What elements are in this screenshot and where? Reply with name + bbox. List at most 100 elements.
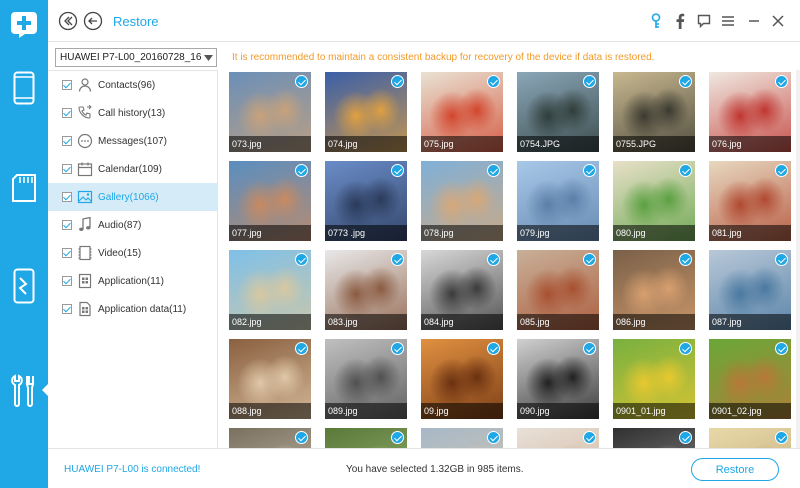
category-checkbox[interactable] (62, 164, 72, 174)
photo-filename: 088.jpg (229, 403, 311, 419)
category-checkbox[interactable] (62, 276, 72, 286)
photo-selected-check-icon[interactable] (775, 75, 788, 88)
photo-selected-check-icon[interactable] (487, 431, 500, 444)
photo-selected-check-icon[interactable] (391, 342, 404, 355)
rail-phone-button[interactable] (0, 58, 48, 118)
minimize-button[interactable] (744, 11, 764, 31)
category-video[interactable]: Video(15) (48, 239, 218, 267)
photo-thumbnail[interactable]: 073.jpg (229, 72, 311, 152)
gallery-scrollbar[interactable] (796, 70, 800, 448)
photo-selected-check-icon[interactable] (487, 253, 500, 266)
photo-selected-check-icon[interactable] (583, 431, 596, 444)
category-contacts[interactable]: Contacts(96) (48, 71, 218, 99)
back-icon[interactable] (83, 11, 103, 31)
feedback-button[interactable] (694, 11, 714, 31)
photo-selected-check-icon[interactable] (487, 75, 500, 88)
photo-selected-check-icon[interactable] (679, 164, 692, 177)
photo-selected-check-icon[interactable] (775, 431, 788, 444)
category-checkbox[interactable] (62, 220, 72, 230)
category-call-history[interactable]: Call history(13) (48, 99, 218, 127)
photo-selected-check-icon[interactable] (487, 164, 500, 177)
category-application-data[interactable]: Application data(11) (48, 295, 218, 323)
photo-selected-check-icon[interactable] (295, 342, 308, 355)
photo-thumbnail[interactable] (421, 428, 503, 448)
photo-selected-check-icon[interactable] (295, 75, 308, 88)
category-checkbox[interactable] (62, 192, 72, 202)
device-dropdown[interactable]: HUAWEI P7-L00_20160728_16185 (55, 48, 217, 67)
category-calendar[interactable]: Calendar(109) (48, 155, 218, 183)
photo-thumbnail[interactable]: 081.jpg (709, 161, 791, 241)
photo-selected-check-icon[interactable] (679, 253, 692, 266)
close-button[interactable] (768, 11, 788, 31)
category-messages[interactable]: Messages(107) (48, 127, 218, 155)
photo-thumbnail[interactable]: 0901_01.jpg (613, 339, 695, 419)
photo-selected-check-icon[interactable] (679, 431, 692, 444)
category-audio[interactable]: Audio(87) (48, 211, 218, 239)
restore-button[interactable]: Restore (691, 458, 779, 481)
photo-thumbnail[interactable]: 088.jpg (229, 339, 311, 419)
photo-selected-check-icon[interactable] (391, 431, 404, 444)
photo-selected-check-icon[interactable] (583, 342, 596, 355)
photo-selected-check-icon[interactable] (391, 75, 404, 88)
menu-button[interactable] (718, 11, 738, 31)
photo-selected-check-icon[interactable] (295, 164, 308, 177)
photo-selected-check-icon[interactable] (583, 164, 596, 177)
photo-thumbnail[interactable]: 0754.JPG (517, 72, 599, 152)
category-checkbox[interactable] (62, 108, 72, 118)
photo-selected-check-icon[interactable] (775, 342, 788, 355)
category-label: Application data(11) (98, 303, 187, 315)
rail-phone-transfer-button[interactable] (0, 256, 48, 316)
photo-thumbnail[interactable]: 09.jpg (421, 339, 503, 419)
chevron-down-icon (201, 49, 216, 66)
photo-selected-check-icon[interactable] (391, 164, 404, 177)
photo-thumbnail[interactable]: 078.jpg (421, 161, 503, 241)
photo-thumbnail[interactable]: 076.jpg (709, 72, 791, 152)
photo-thumbnail[interactable] (229, 428, 311, 448)
photo-selected-check-icon[interactable] (679, 342, 692, 355)
category-checkbox[interactable] (62, 136, 72, 146)
bottom-bar: HUAWEI P7-L00 is connected! You have sel… (48, 448, 800, 488)
photo-selected-check-icon[interactable] (679, 75, 692, 88)
photo-thumbnail[interactable]: 0901_02.jpg (709, 339, 791, 419)
photo-grid: 073.jpg 074.jpg 075.jpg 0754.JPG 0755.JPG 076… (219, 70, 800, 448)
photo-thumbnail[interactable]: 080.jpg (613, 161, 695, 241)
photo-thumbnail[interactable]: 075.jpg (421, 72, 503, 152)
photo-thumbnail[interactable] (517, 428, 599, 448)
phone-transfer-icon (13, 268, 35, 304)
facebook-button[interactable] (670, 11, 690, 31)
photo-thumbnail[interactable] (709, 428, 791, 448)
photo-thumbnail[interactable]: 090.jpg (517, 339, 599, 419)
category-application[interactable]: Application(11) (48, 267, 218, 295)
category-gallery[interactable]: Gallery(1066) (48, 183, 218, 211)
photo-selected-check-icon[interactable] (487, 342, 500, 355)
photo-thumbnail[interactable]: 077.jpg (229, 161, 311, 241)
photo-thumbnail[interactable]: 086.jpg (613, 250, 695, 330)
rail-tools-button[interactable] (0, 360, 49, 420)
photo-selected-check-icon[interactable] (583, 75, 596, 88)
photo-selected-check-icon[interactable] (295, 253, 308, 266)
photo-thumbnail[interactable]: 087.jpg (709, 250, 791, 330)
photo-selected-check-icon[interactable] (583, 253, 596, 266)
photo-selected-check-icon[interactable] (295, 431, 308, 444)
photo-selected-check-icon[interactable] (775, 253, 788, 266)
photo-thumbnail[interactable]: 089.jpg (325, 339, 407, 419)
photo-selected-check-icon[interactable] (391, 253, 404, 266)
category-checkbox[interactable] (62, 248, 72, 258)
call-history-icon (78, 105, 92, 119)
key-button[interactable] (646, 11, 666, 31)
category-checkbox[interactable] (62, 80, 72, 90)
photo-thumbnail[interactable] (613, 428, 695, 448)
category-checkbox[interactable] (62, 304, 72, 314)
photo-thumbnail[interactable]: 0773 .jpg (325, 161, 407, 241)
photo-thumbnail[interactable]: 0755.JPG (613, 72, 695, 152)
photo-thumbnail[interactable] (325, 428, 407, 448)
back-to-start-icon[interactable] (58, 11, 78, 31)
photo-thumbnail[interactable]: 079.jpg (517, 161, 599, 241)
photo-thumbnail[interactable]: 084.jpg (421, 250, 503, 330)
photo-thumbnail[interactable]: 082.jpg (229, 250, 311, 330)
photo-thumbnail[interactable]: 085.jpg (517, 250, 599, 330)
photo-thumbnail[interactable]: 074.jpg (325, 72, 407, 152)
photo-selected-check-icon[interactable] (775, 164, 788, 177)
rail-sd-card-button[interactable] (0, 158, 48, 218)
photo-thumbnail[interactable]: 083.jpg (325, 250, 407, 330)
